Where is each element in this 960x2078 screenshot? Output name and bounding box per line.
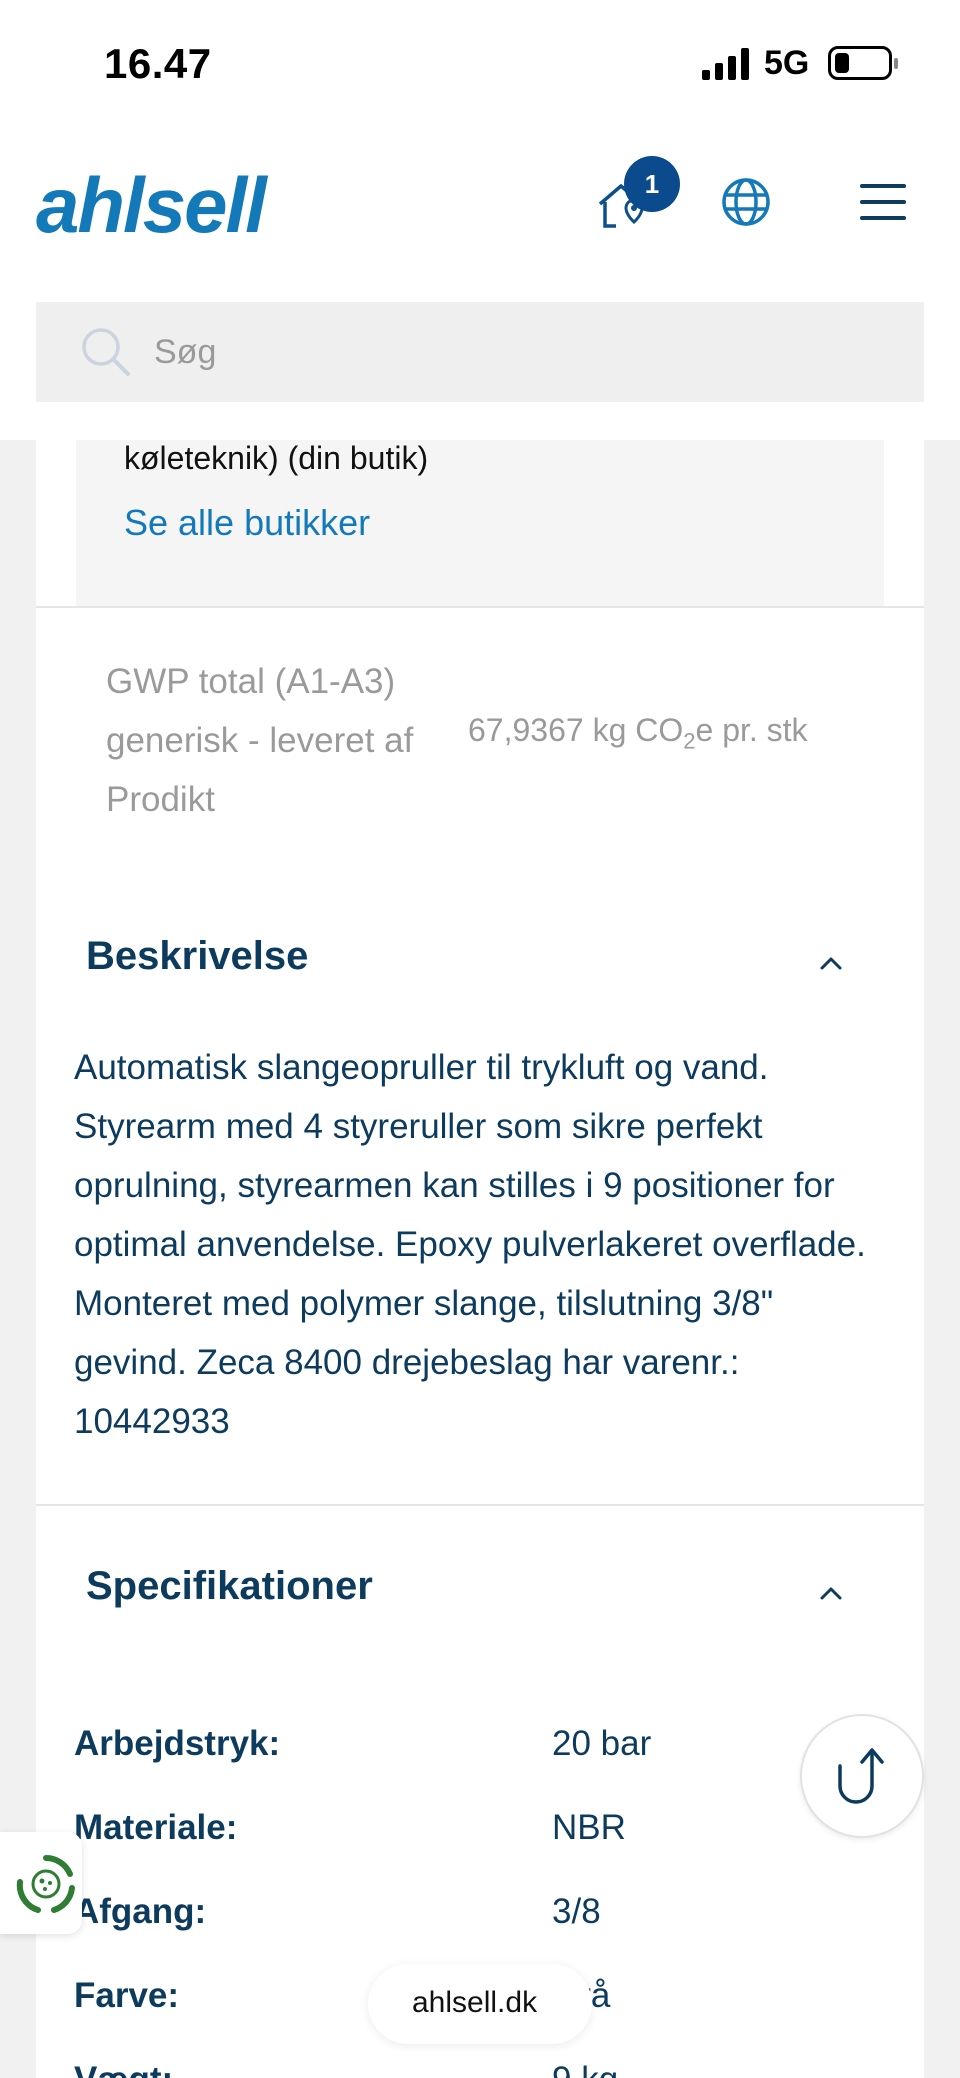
hamburger-menu-icon[interactable] [860,182,906,222]
arrow-up-icon [838,1748,884,1804]
search-bar[interactable] [36,302,924,402]
description-title[interactable]: Beskrivelse [86,934,308,979]
specifications-title[interactable]: Specifikationer [86,1564,373,1609]
url-text: ahlsell.dk [412,1986,538,2019]
divider [36,1504,924,1506]
spec-row: Afgang: 3/8 [74,1892,874,1952]
spec-key: Farve: [74,1976,180,2015]
spec-key: Materiale: [74,1808,238,1847]
store-stock-text: køleteknik) (din butik) [124,440,429,476]
spec-value: 3/8 [552,1892,601,1931]
chevron-up-icon[interactable] [816,1582,846,1602]
spec-key: Vægt: [74,2060,173,2078]
spec-value: NBR [552,1808,626,1847]
spec-value: 20 bar [552,1724,652,1763]
search-icon [82,328,130,376]
spec-key: Afgang: [74,1892,207,1931]
spec-row: Arbejdstryk: 20 bar [74,1724,874,1784]
globe-icon[interactable] [720,176,772,228]
status-time: 16.47 [104,40,212,87]
description-text: Automatisk slangeopruller til trykluft o… [74,1048,866,1441]
spec-row: Materiale: NBR [74,1808,874,1868]
chevron-up-icon[interactable] [816,952,846,972]
see-all-stores-link[interactable]: Se alle butikker [124,502,370,544]
store-count-badge: 1 [624,156,680,212]
ahlsell-logo[interactable]: ahlsell [36,160,267,251]
spec-row: Vægt: 9 kg [74,2060,874,2078]
search-input[interactable] [154,326,854,378]
battery-icon [828,46,898,80]
stock-info-box: køleteknik) (din butik) Se alle butikker [76,440,884,606]
gwp-value: 67,9367 kg CO2e pr. stk [468,712,808,754]
browser-url-bar[interactable]: ahlsell.dk [368,1964,592,2044]
site-header: ahlsell 1 [0,120,960,440]
spec-value: 9 kg [552,2060,618,2078]
divider [36,606,924,608]
eco-widget-tab[interactable] [0,1832,82,1934]
status-bar: 16.47 5G [0,0,960,120]
gwp-label: GWP total (A1-A3) generisk - leveret af … [106,662,414,819]
product-details-card: køleteknik) (din butik) Se alle butikker… [36,440,924,2078]
spec-key: Arbejdstryk: [74,1724,281,1763]
signal-icon [702,48,749,80]
network-label: 5G [764,44,810,82]
recycle-icon [16,1855,75,1913]
scroll-to-top-button[interactable] [800,1714,924,1838]
